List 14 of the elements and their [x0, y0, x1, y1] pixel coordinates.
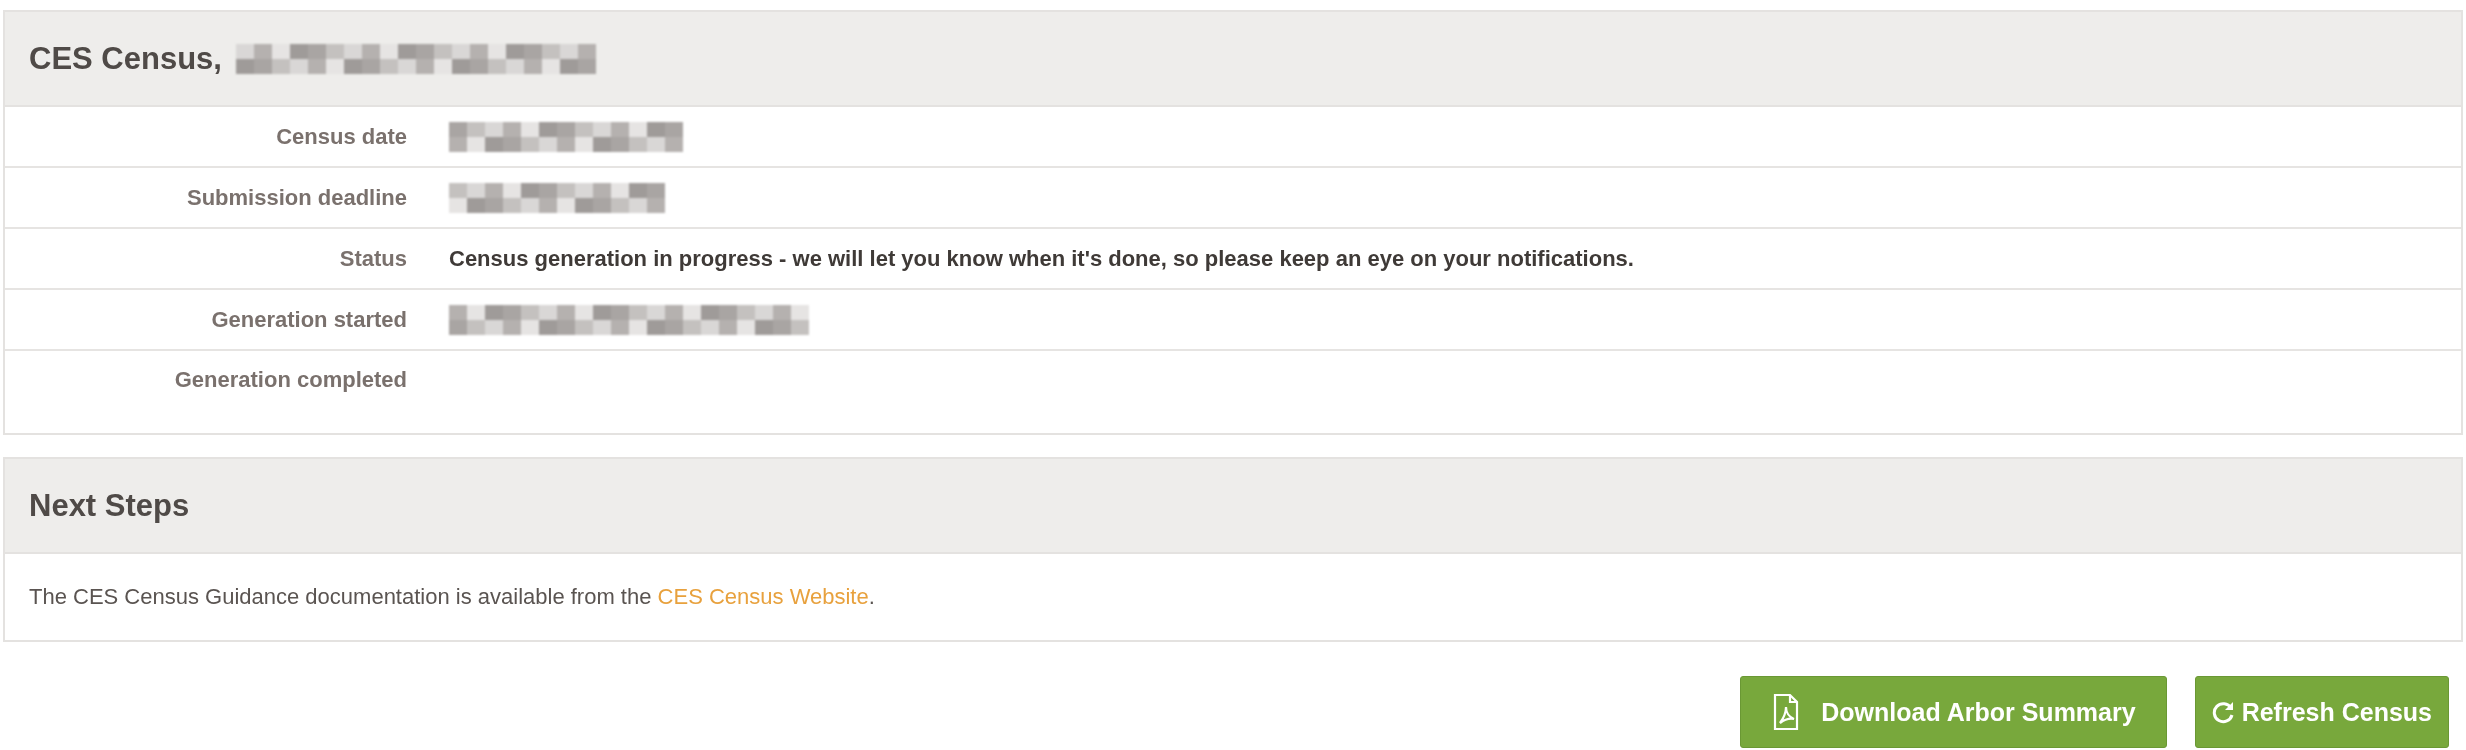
field-label: Generation completed: [173, 367, 407, 393]
pdf-file-icon: [1773, 693, 1800, 731]
field-label: Generation started: [210, 306, 407, 333]
field-label: Census date: [275, 123, 407, 150]
guidance-text: The CES Census Guidance documentation is available from the CES Census Website.: [29, 584, 875, 610]
refresh-icon: [2211, 700, 2236, 724]
panel-title: Next Steps: [29, 487, 190, 524]
field-label: Submission deadline: [185, 184, 407, 211]
panel-title: CES Census,: [29, 40, 222, 77]
field-label: Status: [338, 245, 407, 272]
field-value: Census generation in progress - we will let you know when it's done, so please keep an eye on your notifications.: [449, 245, 1634, 271]
website-link[interactable]: CES Census Website: [657, 584, 869, 609]
refresh-button[interactable]: Refresh Census: [2194, 676, 2449, 748]
download-button[interactable]: Download Arbor Summary: [1740, 676, 2167, 748]
